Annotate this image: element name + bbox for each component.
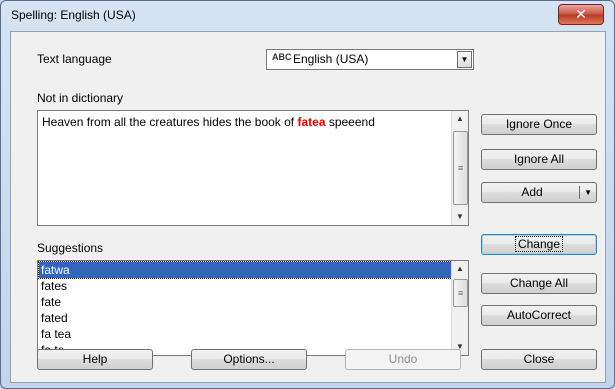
suggestion-item[interactable]: fate [39,294,454,310]
close-button[interactable]: Close [481,349,597,370]
undo-label: Undo [388,352,418,366]
ignore-once-label: Ignore Once [505,117,573,131]
change-button[interactable]: Change [481,234,597,255]
title-bar[interactable]: Spelling: English (USA) ✕ [1,1,614,31]
autocorrect-button[interactable]: AutoCorrect [481,305,597,326]
change-all-button[interactable]: Change All [481,273,597,294]
suggestions-label: Suggestions [37,241,104,255]
options-button[interactable]: Options... [191,349,307,370]
chevron-down-icon[interactable]: ▼ [457,51,472,68]
close-window-button[interactable]: ✕ [558,4,604,25]
autocorrect-label: AutoCorrect [506,308,572,322]
change-all-label: Change All [509,276,569,290]
ignore-all-button[interactable]: Ignore All [481,149,597,170]
split-divider [579,186,580,199]
spelling-dialog: Spelling: English (USA) ✕ Text language … [0,0,615,389]
ignore-all-label: Ignore All [513,152,565,166]
text-language-select[interactable]: ABC English (USA) ▼ [266,49,474,70]
change-label: Change [514,236,564,252]
not-in-dictionary-textbox[interactable]: Heaven from all the creatures hides the … [37,110,469,226]
suggestion-item[interactable]: fa tea [39,326,454,342]
scroll-up-icon[interactable]: ▲ [452,261,468,277]
suggestions-scroll-thumb[interactable]: ≡ [453,279,468,307]
help-label: Help [82,352,108,366]
scroll-up-icon[interactable]: ▲ [452,111,468,127]
dialog-body: Text language ABC English (USA) ▼ Not in… [10,31,606,383]
close-icon: ✕ [575,6,587,22]
suggestion-item[interactable]: fates [39,278,454,294]
add-label: Add [521,185,543,199]
suggestions-scrollbar[interactable]: ▲ ≡ ▼ [451,261,468,355]
undo-button[interactable]: Undo [345,349,461,370]
sentence-text-before: Heaven from all the creatures hides the … [42,115,298,129]
text-language-label: Text language [37,52,112,66]
spellcheck-icon: ABC [272,52,292,62]
misspelled-word: fatea [297,115,326,129]
window-title: Spelling: English (USA) [11,8,136,22]
dropdown-arrow-icon[interactable]: ▼ [584,183,592,202]
sentence-text-after: speeend [325,115,375,129]
textbox-scrollbar[interactable]: ▲ ≡ ▼ [451,111,468,225]
sentence-text: Heaven from all the creatures hides the … [42,115,375,129]
add-button[interactable]: Add ▼ [481,182,597,203]
ignore-once-button[interactable]: Ignore Once [481,114,597,135]
suggestion-item[interactable]: fated [39,310,454,326]
textbox-scroll-thumb[interactable]: ≡ [453,131,468,205]
suggestion-item[interactable]: fatwa [38,261,455,279]
text-language-value: English (USA) [293,52,369,66]
suggestions-list[interactable]: fatwa fates fate fated fa tea fa te ▲ ≡ … [37,260,469,356]
options-label: Options... [223,352,275,366]
help-button[interactable]: Help [37,349,153,370]
close-label: Close [523,352,555,366]
scroll-down-icon[interactable]: ▼ [452,209,468,225]
not-in-dictionary-label: Not in dictionary [37,91,124,105]
